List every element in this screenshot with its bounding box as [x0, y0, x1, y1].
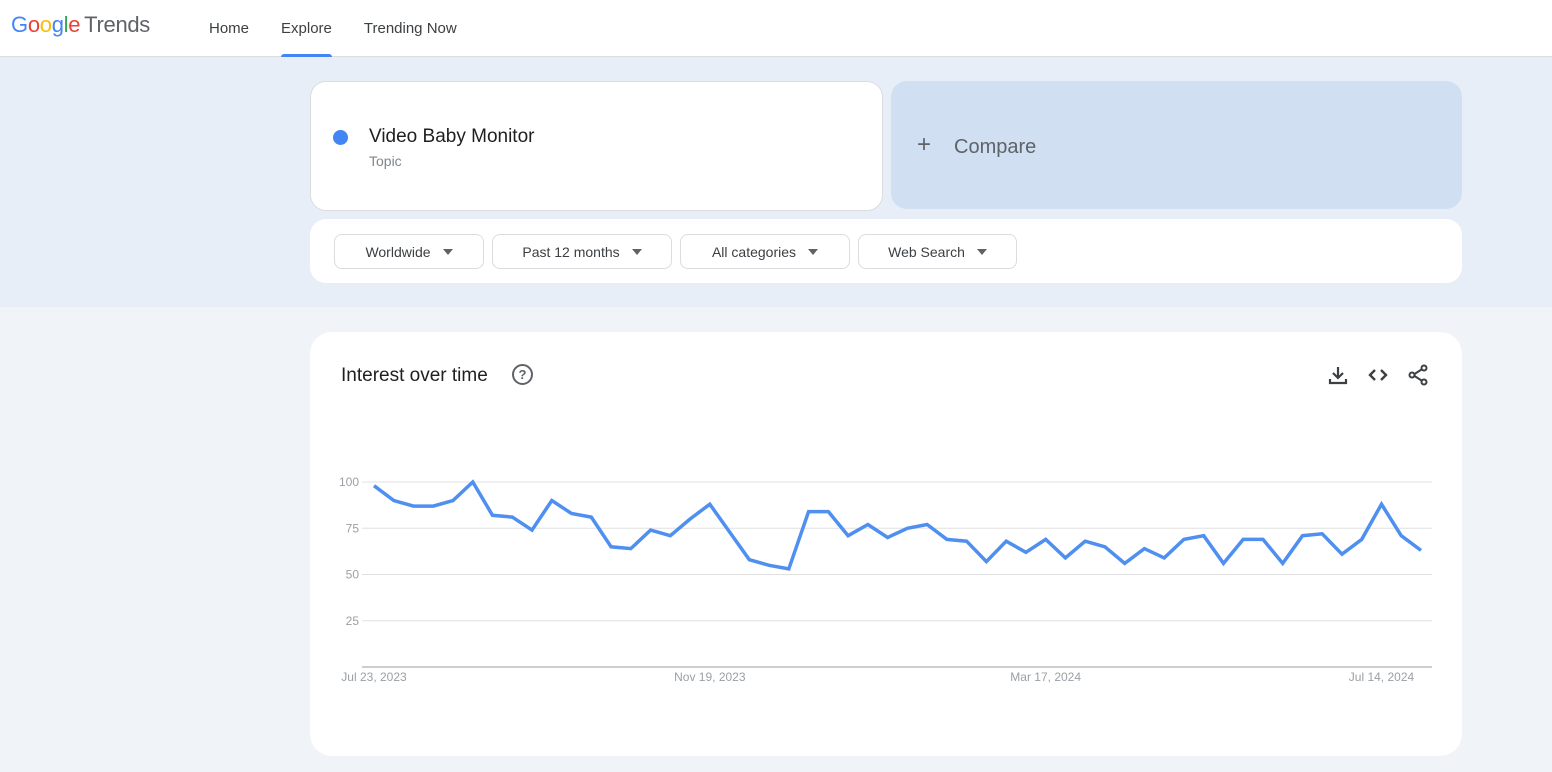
filter-search-type[interactable]: Web Search [858, 234, 1017, 269]
filter-category[interactable]: All categories [680, 234, 850, 269]
y-axis-tick-labels: 100 75 50 25 [339, 475, 359, 628]
logo-letter: o [27, 12, 40, 37]
chart-series [372, 479, 1423, 571]
chart-gridlines [362, 481, 1432, 668]
nav-home-label: Home [209, 20, 250, 37]
nav-explore-label: Explore [281, 20, 332, 37]
filter-search-type-label: Web Search [888, 243, 965, 260]
x-tick-label: Jul 23, 2023 [341, 670, 407, 684]
filter-location[interactable]: Worldwide [334, 234, 484, 269]
y-tick-label: 75 [346, 521, 360, 535]
main-nav: Home Explore Trending Now [195, 0, 475, 58]
y-tick-label: 50 [346, 568, 360, 582]
nav-trending-now-label: Trending Now [363, 20, 457, 37]
filter-bar: Worldwide Past 12 months All categories … [310, 219, 1462, 283]
logo-letter: e [68, 12, 81, 37]
interest-line-chart[interactable]: 100 75 50 25 Jul 23, 2023 Nov 19, 2023 Mar 17… [310, 332, 1462, 756]
compare-button[interactable]: + Compare [891, 81, 1462, 209]
plus-icon: + [917, 131, 932, 158]
logo-letter: G [11, 12, 28, 37]
caret-down-icon [808, 248, 819, 255]
compare-label: Compare [954, 136, 1037, 158]
interest-over-time-card: Interest over time ? 100 75 50 25 Jul 23, 2… [310, 332, 1462, 756]
filter-time-range-label: Past 12 months [522, 243, 620, 260]
caret-down-icon [442, 248, 453, 255]
search-term-card[interactable]: Video Baby Monitor Topic [310, 81, 883, 211]
caret-down-icon [976, 248, 987, 255]
google-trends-logo[interactable]: Google Trends [11, 12, 150, 38]
filter-category-label: All categories [711, 243, 797, 260]
top-header: Google Trends Home Explore Trending Now [0, 0, 1552, 58]
nav-trending-now[interactable]: Trending Now [350, 0, 471, 57]
filter-time-range[interactable]: Past 12 months [492, 234, 672, 269]
caret-down-icon [631, 248, 642, 255]
y-tick-label: 25 [346, 614, 360, 628]
nav-explore[interactable]: Explore [267, 0, 346, 58]
logo-letter: o [39, 12, 52, 37]
nav-home[interactable]: Home [195, 0, 263, 57]
google-wordmark: Google [11, 12, 80, 38]
search-term-type: Topic [369, 153, 402, 169]
series-color-dot-icon [333, 130, 348, 145]
x-tick-label: Nov 19, 2023 [674, 670, 746, 684]
filter-location-label: Worldwide [365, 243, 431, 260]
x-tick-label: Mar 17, 2024 [1010, 670, 1081, 684]
x-axis-tick-labels: Jul 23, 2023 Nov 19, 2023 Mar 17, 2024 Jul … [341, 670, 1414, 684]
logo-letter: g [51, 12, 64, 37]
series-line-video-baby-monitor [372, 479, 1423, 571]
trends-wordmark: Trends [84, 12, 151, 37]
search-term-name: Video Baby Monitor [369, 126, 535, 147]
y-tick-label: 100 [339, 475, 359, 489]
x-tick-label: Jul 14, 2024 [1349, 670, 1415, 684]
